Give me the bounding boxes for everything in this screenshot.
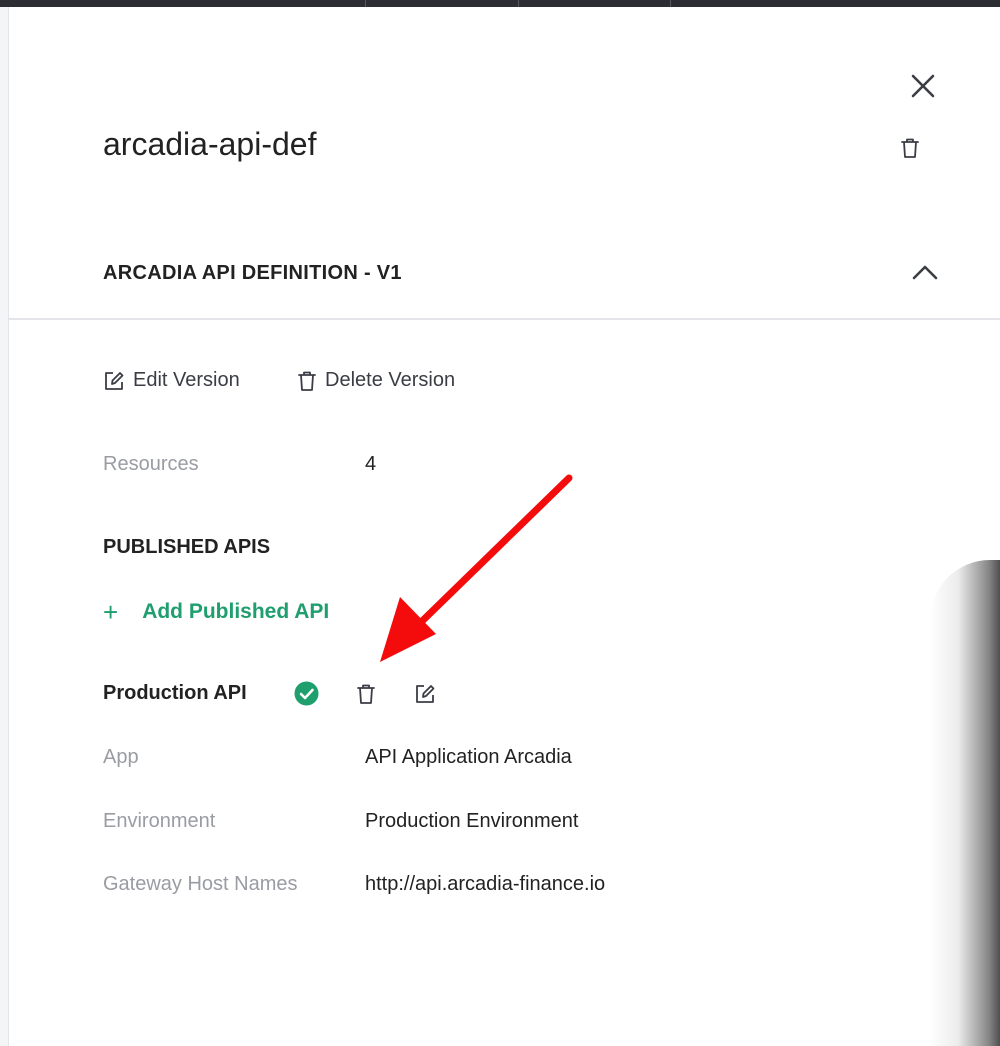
resources-label: Resources bbox=[103, 453, 199, 475]
top-bar bbox=[0, 0, 1000, 7]
plus-icon: + bbox=[103, 597, 119, 627]
top-bar-divider bbox=[365, 0, 366, 7]
delete-version-button[interactable]: Delete Version bbox=[297, 369, 455, 392]
top-bar-divider bbox=[670, 0, 671, 7]
edit-icon bbox=[105, 371, 124, 390]
close-button[interactable] bbox=[905, 68, 941, 104]
edit-published-api-button[interactable] bbox=[411, 680, 439, 708]
trash-icon bbox=[298, 371, 316, 391]
published-api-name: Production API bbox=[103, 682, 247, 704]
delete-version-label: Delete Version bbox=[325, 369, 456, 391]
trash-icon bbox=[357, 684, 375, 704]
top-bar-divider bbox=[518, 0, 519, 7]
chevron-up-icon bbox=[912, 265, 938, 280]
field-label-app: App bbox=[103, 746, 139, 768]
delete-definition-button[interactable] bbox=[896, 134, 924, 162]
add-published-api-link[interactable]: + Add Published API bbox=[103, 599, 329, 625]
section-divider bbox=[9, 318, 1000, 320]
edit-version-button[interactable]: Edit Version bbox=[103, 369, 240, 392]
field-label-environment: Environment bbox=[103, 810, 216, 832]
add-published-api-label: Add Published API bbox=[142, 600, 330, 623]
annotation-arrow bbox=[380, 474, 573, 662]
page-title: arcadia-api-def bbox=[103, 126, 317, 162]
edit-version-label: Edit Version bbox=[133, 369, 240, 391]
version-section-title: ARCADIA API DEFINITION - V1 bbox=[103, 262, 402, 284]
edit-icon bbox=[416, 685, 435, 703]
field-label-gateway-host-names: Gateway Host Names bbox=[103, 873, 298, 895]
field-value-app: API Application Arcadia bbox=[365, 746, 572, 768]
close-icon bbox=[911, 74, 935, 98]
field-value-gateway-host-names: http://api.arcadia-finance.io bbox=[365, 873, 606, 895]
trash-icon bbox=[901, 138, 919, 158]
published-apis-heading: PUBLISHED APIS bbox=[103, 536, 271, 558]
collapse-section-button[interactable] bbox=[908, 258, 942, 286]
delete-published-api-button[interactable] bbox=[353, 680, 379, 708]
field-value-environment: Production Environment bbox=[365, 810, 579, 832]
overlay-shadow bbox=[930, 560, 1000, 1046]
panel-left-edge bbox=[0, 7, 9, 1046]
status-active-icon bbox=[294, 681, 319, 706]
